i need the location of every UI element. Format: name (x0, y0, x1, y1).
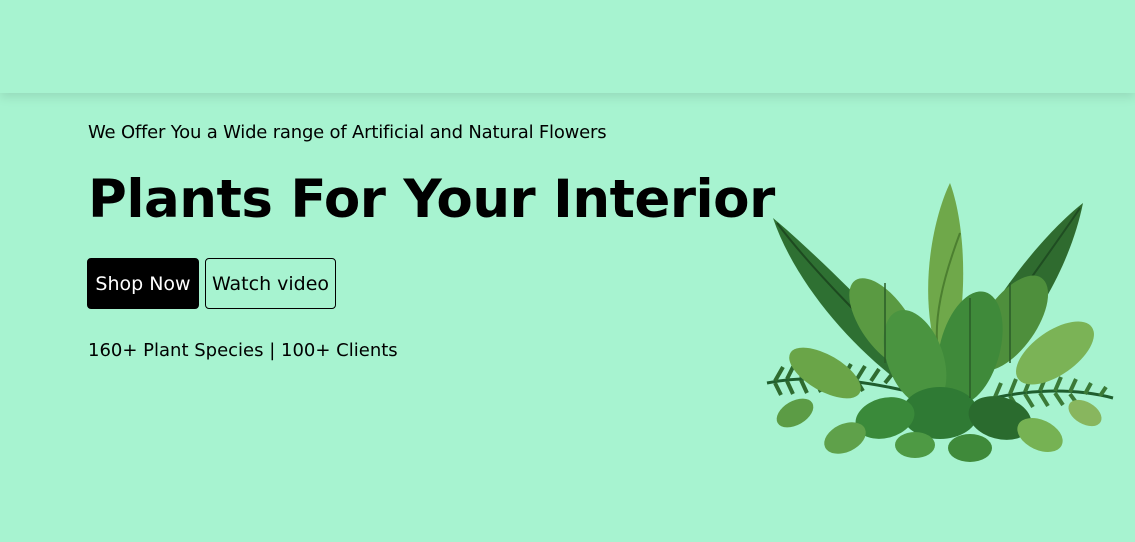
hero-title: Plants For Your Interior (88, 169, 775, 230)
plant-bouquet-image (766, 183, 1114, 462)
watch-video-button[interactable]: Watch video (205, 258, 336, 309)
plant-leaves (766, 183, 1114, 462)
top-navigation-bar (0, 0, 1135, 93)
hero-tagline: We Offer You a Wide range of Artificial … (88, 122, 607, 143)
hero-stats: 160+ Plant Species | 100+ Clients (88, 340, 398, 361)
shop-now-button[interactable]: Shop Now (87, 258, 199, 309)
hero-section: We Offer You a Wide range of Artificial … (0, 93, 1135, 542)
hero-actions: Shop Now Watch video (87, 258, 336, 309)
